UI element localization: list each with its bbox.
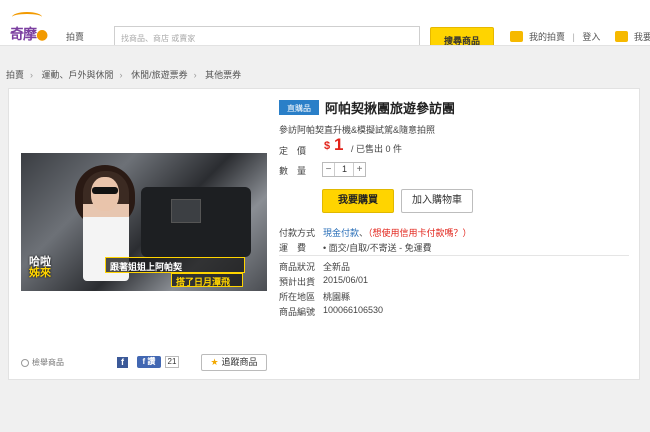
add-to-cart-button[interactable]: 加入購物車 xyxy=(401,189,473,213)
chevron-right-icon: › xyxy=(119,70,123,80)
breadcrumb-item[interactable]: 拍賣 xyxy=(6,70,24,80)
detail-value: 100066106530 xyxy=(323,305,384,315)
quantity-stepper: − 1 + xyxy=(322,162,366,177)
credit-card-question-link[interactable]: （想使用信用卡付款嗎？） xyxy=(368,228,472,238)
show-logo: 哈啦 姊來 xyxy=(29,256,51,279)
facebook-like-button[interactable]: f 讚 xyxy=(137,356,161,368)
chevron-right-icon: › xyxy=(30,70,34,80)
login-link[interactable]: 登入 xyxy=(582,32,600,42)
quantity-plus-button[interactable]: + xyxy=(353,163,365,176)
payment-method-link[interactable]: 現金付款 xyxy=(323,228,359,238)
breadcrumb-item[interactable]: 其他票券 xyxy=(205,70,241,80)
report-icon xyxy=(21,358,29,367)
quantity-label: 數 量 xyxy=(279,166,307,176)
detail-value: 全新品 xyxy=(323,262,351,272)
search-button[interactable]: 搜尋商品 xyxy=(430,27,494,45)
product-subtitle: 參訪阿帕契直升機&模擬試駕&隨意拍照 xyxy=(279,125,436,135)
detail-label: 商品狀況 xyxy=(279,262,316,272)
chevron-right-icon: › xyxy=(193,70,197,80)
my-auction-icon xyxy=(510,31,523,42)
image-caption: 跟著姐姐上阿帕契 xyxy=(105,257,245,273)
direct-buy-badge: 直購品 xyxy=(279,100,319,115)
product-title: 阿帕契揪團旅遊參訪團 xyxy=(325,101,456,116)
detail-value: 2015/06/01 xyxy=(323,275,369,285)
search-input[interactable]: 找商品、商店 或賣家 xyxy=(114,26,420,45)
divider xyxy=(279,255,629,256)
price-label: 定 價 xyxy=(279,146,307,156)
quantity-input[interactable]: 1 xyxy=(336,163,353,176)
report-item-link[interactable]: 檢舉商品 xyxy=(21,357,64,368)
payment-row: 現金付款、（想使用信用卡付款嗎？） xyxy=(323,228,472,238)
sold-count: / 已售出 0 件 xyxy=(351,144,403,154)
detail-label: 預計出貨 xyxy=(279,277,316,287)
payment-label: 付款方式 xyxy=(279,228,316,238)
follow-item-button[interactable]: ★ 追蹤商品 xyxy=(201,354,267,371)
shipping-label: 運 費 xyxy=(279,243,307,253)
quantity-minus-button[interactable]: − xyxy=(323,163,335,176)
product-card: 哈啦 姊來 跟著姐姐上阿帕契 搭了日月潭飛 直購品 阿帕契揪團旅遊參訪團 參訪阿帕… xyxy=(8,88,640,380)
logo-text: 奇摩 xyxy=(10,27,37,43)
top-links: 我的拍賣 | 登入 我要賣東西 xyxy=(510,30,650,43)
site-logo[interactable]: 奇摩● xyxy=(10,12,48,44)
top-header: 奇摩● 拍賣 找商品、商店 或賣家 搜尋商品 我的拍賣 | 登入 我要賣東西 xyxy=(0,0,650,46)
facebook-share-icon[interactable]: f xyxy=(117,357,128,368)
detail-value: 桃園縣 xyxy=(323,292,351,302)
breadcrumb: 拍賣 › 運動、戶外與休閒 › 休閒/旅遊票券 › 其他票券 xyxy=(6,68,241,81)
detail-label: 所在地區 xyxy=(279,292,316,302)
sell-icon xyxy=(614,31,628,42)
breadcrumb-item[interactable]: 運動、戶外與休閒 xyxy=(42,70,114,80)
sell-link[interactable]: 我要賣東西 xyxy=(634,32,650,42)
breadcrumb-item[interactable]: 休閒/旅遊票券 xyxy=(131,70,188,80)
star-icon: ★ xyxy=(210,357,219,367)
price-value: 1 xyxy=(334,135,344,154)
price-currency: $ xyxy=(324,140,331,152)
logo-crest-icon xyxy=(12,12,42,22)
product-image[interactable]: 哈啦 姊來 跟著姐姐上阿帕契 搭了日月潭飛 xyxy=(21,153,267,291)
shipping-value: • 面交/自取/不寄送 - 免運費 xyxy=(323,243,432,253)
my-auction-link[interactable]: 我的拍賣 xyxy=(529,32,565,42)
detail-label: 商品編號 xyxy=(279,307,316,317)
image-caption-secondary: 搭了日月潭飛 xyxy=(171,273,243,287)
buy-now-button[interactable]: 我要購買 xyxy=(322,189,394,213)
like-count: 21 xyxy=(165,356,179,368)
nav-auction-label[interactable]: 拍賣 xyxy=(66,30,84,43)
